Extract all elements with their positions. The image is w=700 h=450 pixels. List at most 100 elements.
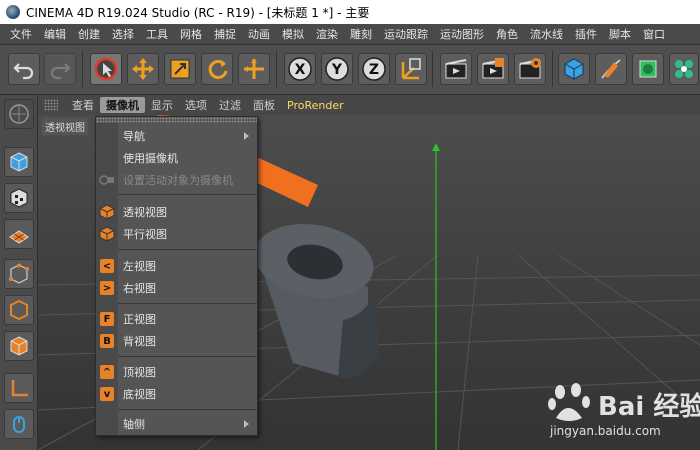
blank-icon <box>99 416 115 432</box>
make-editable-icon <box>9 104 29 124</box>
viewport-menu-cameras[interactable]: 摄像机 <box>100 97 145 113</box>
live-select-button[interactable] <box>238 53 270 85</box>
render-picture-viewer-button[interactable] <box>477 53 509 85</box>
coordinate-system-button[interactable] <box>395 53 427 85</box>
menu-window[interactable]: 窗口 <box>637 26 671 42</box>
z-axis-label: Z <box>369 62 379 78</box>
main-toolbar: X Y Z <box>0 45 700 95</box>
make-editable-button[interactable] <box>4 99 34 129</box>
left-toolbar <box>0 95 38 450</box>
render-picture-icon <box>482 58 504 79</box>
render-view-button[interactable] <box>440 53 472 85</box>
viewport-menu-options[interactable]: 选项 <box>179 97 213 113</box>
viewport-menu-display[interactable]: 显示 <box>145 97 179 113</box>
menu-mesh[interactable]: 网格 <box>174 26 208 42</box>
y-axis-lock-button[interactable]: Y <box>321 53 353 85</box>
menu-select[interactable]: 选择 <box>106 26 140 42</box>
live-select-icon <box>244 59 264 79</box>
menu-sculpt[interactable]: 雕刻 <box>344 26 378 42</box>
back-view-icon: B <box>99 333 115 349</box>
menu-item-top-view[interactable]: ^ 顶视图 <box>96 361 257 383</box>
menu-item-front-view[interactable]: F 正视图 <box>96 308 257 330</box>
edges-mode-button[interactable] <box>4 295 34 325</box>
tube-object[interactable] <box>249 215 380 415</box>
submenu-arrow-icon <box>244 132 249 140</box>
redo-button[interactable] <box>44 53 76 85</box>
cube-primitive-button[interactable] <box>558 53 590 85</box>
menu-item-right-view[interactable]: > 右视图 <box>96 277 257 299</box>
viewport-menu-view[interactable]: 查看 <box>66 97 100 113</box>
model-mode-button[interactable] <box>4 147 34 177</box>
scale-tool-button[interactable] <box>164 53 196 85</box>
move-tool-button[interactable] <box>127 53 159 85</box>
move-icon <box>132 58 154 80</box>
menu-separator <box>118 194 257 195</box>
menu-render[interactable]: 渲染 <box>310 26 344 42</box>
cloner-icon <box>675 60 693 78</box>
cinema4d-logo-icon <box>6 5 20 19</box>
mouse-icon <box>13 416 25 433</box>
toolbar-separator <box>552 51 553 87</box>
axis-mode-button[interactable] <box>4 373 34 403</box>
menu-snap[interactable]: 捕捉 <box>208 26 242 42</box>
menu-item-back-view[interactable]: B 背视图 <box>96 330 257 352</box>
menu-drag-handle[interactable] <box>96 117 257 123</box>
menu-create[interactable]: 创建 <box>72 26 106 42</box>
drag-handle-icon[interactable] <box>44 99 58 111</box>
rotate-tool-button[interactable] <box>201 53 233 85</box>
menu-item-axonometric[interactable]: 轴侧 <box>96 413 257 435</box>
menu-tools[interactable]: 工具 <box>140 26 174 42</box>
watermark-url: jingyan.baidu.com <box>550 424 661 438</box>
menu-motion-tracking[interactable]: 运动跟踪 <box>378 26 434 42</box>
viewport-menu-filter[interactable]: 过滤 <box>213 97 247 113</box>
submenu-arrow-icon <box>244 420 249 428</box>
top-view-icon: ^ <box>99 364 115 380</box>
blank-icon <box>99 150 115 166</box>
subdivision-surface-button[interactable] <box>632 53 664 85</box>
menu-item-navigation[interactable]: 导航 <box>96 125 257 147</box>
texture-mode-button[interactable] <box>4 183 34 213</box>
right-view-icon: > <box>99 280 115 296</box>
viewport-menu-bar: 查看 摄像机 显示 选项 过滤 面板 ProRender <box>38 95 700 115</box>
back-view-glyph: B <box>100 334 114 348</box>
menu-animate[interactable]: 动画 <box>242 26 276 42</box>
points-mode-icon <box>9 263 29 284</box>
menu-mograph[interactable]: 运动图形 <box>434 26 490 42</box>
menu-item-label: 底视图 <box>123 388 156 401</box>
menu-item-label: 导航 <box>123 130 145 143</box>
polygons-mode-button[interactable] <box>4 331 34 361</box>
y-axis-icon: Y <box>325 57 349 81</box>
menu-pipeline[interactable]: 流水线 <box>524 26 569 42</box>
workplane-mode-button[interactable] <box>4 219 34 249</box>
undo-button[interactable] <box>8 53 40 85</box>
menu-separator <box>118 356 257 357</box>
z-axis-lock-button[interactable]: Z <box>358 53 390 85</box>
menu-item-parallel[interactable]: 平行视图 <box>96 223 257 245</box>
menu-item-use-camera[interactable]: 使用摄像机 <box>96 147 257 169</box>
select-tool-button[interactable] <box>90 53 122 85</box>
menu-file[interactable]: 文件 <box>4 26 38 42</box>
pen-spline-button[interactable] <box>595 53 627 85</box>
menu-character[interactable]: 角色 <box>490 26 524 42</box>
render-view-icon <box>445 59 467 79</box>
menu-script[interactable]: 脚本 <box>603 26 637 42</box>
menu-item-left-view[interactable]: < 左视图 <box>96 255 257 277</box>
menu-item-perspective[interactable]: 透视视图 <box>96 201 257 223</box>
cloner-button[interactable] <box>669 53 699 85</box>
menu-item-label: 平行视图 <box>123 228 167 241</box>
x-axis-lock-button[interactable]: X <box>284 53 316 85</box>
menu-item-bottom-view[interactable]: v 底视图 <box>96 383 257 405</box>
menu-edit[interactable]: 编辑 <box>38 26 72 42</box>
viewport-menu-prorender[interactable]: ProRender <box>281 99 350 112</box>
menu-separator <box>118 303 257 304</box>
right-view-glyph: > <box>100 281 114 295</box>
tweak-mode-button[interactable] <box>4 409 34 439</box>
render-settings-button[interactable] <box>514 53 546 85</box>
top-view-glyph: ^ <box>100 365 114 379</box>
pen-icon <box>601 59 621 79</box>
left-view-icon: < <box>99 258 115 274</box>
points-mode-button[interactable] <box>4 259 34 289</box>
viewport-menu-panel[interactable]: 面板 <box>247 97 281 113</box>
menu-simulate[interactable]: 模拟 <box>276 26 310 42</box>
menu-plugins[interactable]: 插件 <box>569 26 603 42</box>
